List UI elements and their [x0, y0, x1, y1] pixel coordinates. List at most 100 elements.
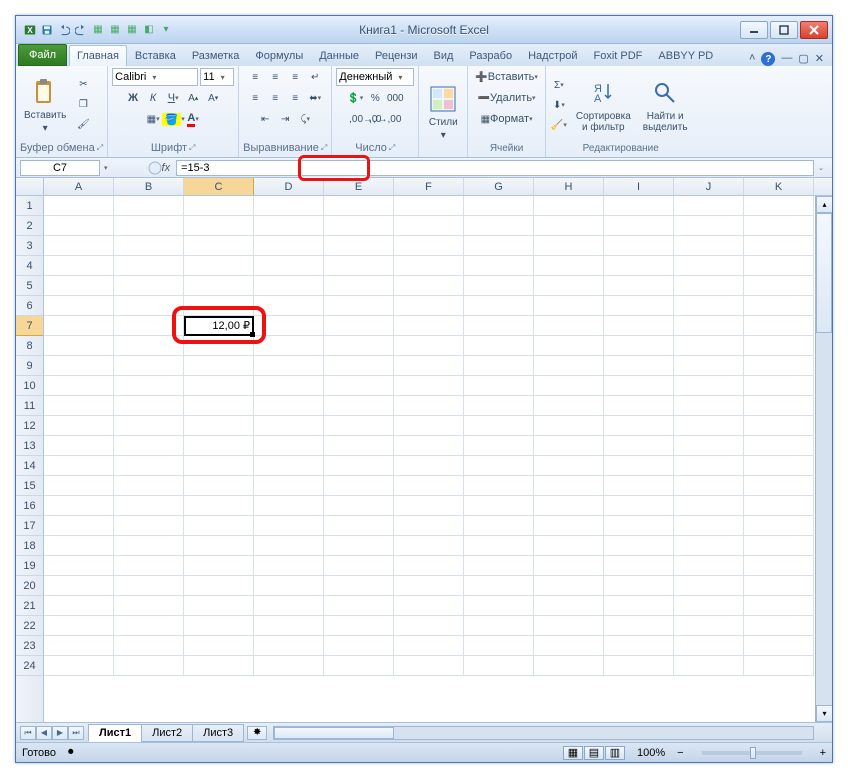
cell[interactable] — [464, 396, 534, 416]
column-header[interactable]: F — [394, 178, 464, 195]
cell[interactable] — [674, 656, 744, 676]
fill-color-button[interactable]: 🪣▾ — [164, 110, 182, 128]
minimize-ribbon-icon[interactable]: ˄ — [749, 52, 755, 66]
cell[interactable] — [394, 476, 464, 496]
cell[interactable] — [254, 516, 324, 536]
macro-record-icon[interactable]: ⏺ — [68, 746, 74, 759]
cell[interactable] — [324, 536, 394, 556]
cell[interactable] — [184, 656, 254, 676]
zoom-in-icon[interactable]: + — [820, 747, 826, 759]
cell[interactable] — [114, 216, 184, 236]
cell[interactable] — [674, 236, 744, 256]
column-header[interactable]: D — [254, 178, 324, 195]
zoom-out-icon[interactable]: − — [677, 747, 683, 759]
cell[interactable] — [114, 556, 184, 576]
row-header[interactable]: 21 — [16, 596, 43, 616]
cell[interactable] — [324, 456, 394, 476]
zoom-level[interactable]: 100% — [637, 747, 665, 759]
font-size-combo[interactable]: 11▾ — [200, 68, 234, 86]
cell[interactable] — [184, 296, 254, 316]
cell[interactable] — [394, 276, 464, 296]
cell[interactable] — [744, 436, 814, 456]
cell[interactable] — [674, 536, 744, 556]
tab-формулы[interactable]: Формулы — [247, 45, 311, 66]
cell[interactable] — [44, 556, 114, 576]
cell[interactable] — [44, 196, 114, 216]
new-sheet-icon[interactable]: ✸ — [247, 726, 267, 740]
cell[interactable] — [394, 616, 464, 636]
cell[interactable] — [464, 636, 534, 656]
cell[interactable] — [744, 516, 814, 536]
cell[interactable] — [534, 476, 604, 496]
cell[interactable] — [114, 376, 184, 396]
cell[interactable] — [744, 496, 814, 516]
cell[interactable] — [534, 296, 604, 316]
row-header[interactable]: 5 — [16, 276, 43, 296]
dialog-launcher-icon[interactable]: ⤢ — [97, 143, 103, 153]
cell[interactable] — [184, 416, 254, 436]
cell[interactable] — [604, 636, 674, 656]
clear-icon[interactable]: 🧹▾ — [550, 116, 568, 134]
sheet-tab[interactable]: Лист1 — [88, 724, 142, 742]
cell[interactable] — [744, 376, 814, 396]
qa-icon[interactable]: ◧ — [141, 22, 157, 38]
cell[interactable] — [394, 656, 464, 676]
cell[interactable] — [534, 656, 604, 676]
cell[interactable] — [674, 456, 744, 476]
cell[interactable] — [44, 336, 114, 356]
decrease-indent-icon[interactable]: ⇤ — [256, 110, 274, 128]
cell[interactable] — [254, 636, 324, 656]
cell[interactable] — [324, 436, 394, 456]
cell[interactable] — [254, 456, 324, 476]
cell[interactable] — [184, 636, 254, 656]
cell[interactable] — [184, 596, 254, 616]
cell[interactable] — [394, 396, 464, 416]
cell[interactable] — [44, 256, 114, 276]
sheet-tab[interactable]: Лист3 — [192, 724, 244, 742]
cell[interactable] — [184, 276, 254, 296]
cell[interactable] — [604, 336, 674, 356]
cell[interactable] — [534, 596, 604, 616]
cell[interactable] — [114, 456, 184, 476]
cell[interactable] — [464, 656, 534, 676]
cell[interactable] — [394, 636, 464, 656]
cell[interactable] — [184, 456, 254, 476]
cell[interactable] — [464, 336, 534, 356]
format-painter-icon[interactable]: 🖌 — [74, 116, 92, 134]
cell[interactable] — [254, 616, 324, 636]
cell[interactable] — [254, 596, 324, 616]
cell[interactable] — [604, 516, 674, 536]
cut-icon[interactable]: ✂ — [74, 76, 92, 94]
cell[interactable] — [604, 296, 674, 316]
cell[interactable] — [324, 256, 394, 276]
page-layout-view-icon[interactable]: ▤ — [584, 746, 604, 760]
cell[interactable] — [184, 536, 254, 556]
cell[interactable] — [604, 436, 674, 456]
cell[interactable] — [394, 236, 464, 256]
column-header[interactable]: K — [744, 178, 814, 195]
cell[interactable] — [114, 656, 184, 676]
cell[interactable] — [674, 476, 744, 496]
cell[interactable] — [534, 256, 604, 276]
orientation-icon[interactable]: ⤹▾ — [296, 110, 314, 128]
cell[interactable] — [394, 356, 464, 376]
cell[interactable] — [534, 636, 604, 656]
number-format-combo[interactable]: Денежный▾ — [336, 68, 414, 86]
cell[interactable] — [534, 456, 604, 476]
cell[interactable] — [44, 516, 114, 536]
tab-главная[interactable]: Главная — [69, 45, 127, 66]
row-header[interactable]: 7 — [16, 316, 43, 336]
sheet-prev-icon[interactable]: ◀ — [36, 726, 52, 740]
cell[interactable] — [674, 576, 744, 596]
tab-вставка[interactable]: Вставка — [127, 45, 184, 66]
sort-filter-button[interactable]: ЯА Сортировка и фильтр — [572, 75, 635, 135]
cell[interactable] — [464, 196, 534, 216]
cell[interactable] — [604, 596, 674, 616]
row-header[interactable]: 9 — [16, 356, 43, 376]
formula-input[interactable] — [176, 160, 814, 176]
border-button[interactable]: ▦▾ — [144, 110, 162, 128]
format-cells-button[interactable]: ▦ Формат ▾ — [478, 110, 536, 128]
align-top-icon[interactable]: ≡ — [246, 68, 264, 86]
cell[interactable] — [324, 296, 394, 316]
cell[interactable] — [534, 536, 604, 556]
